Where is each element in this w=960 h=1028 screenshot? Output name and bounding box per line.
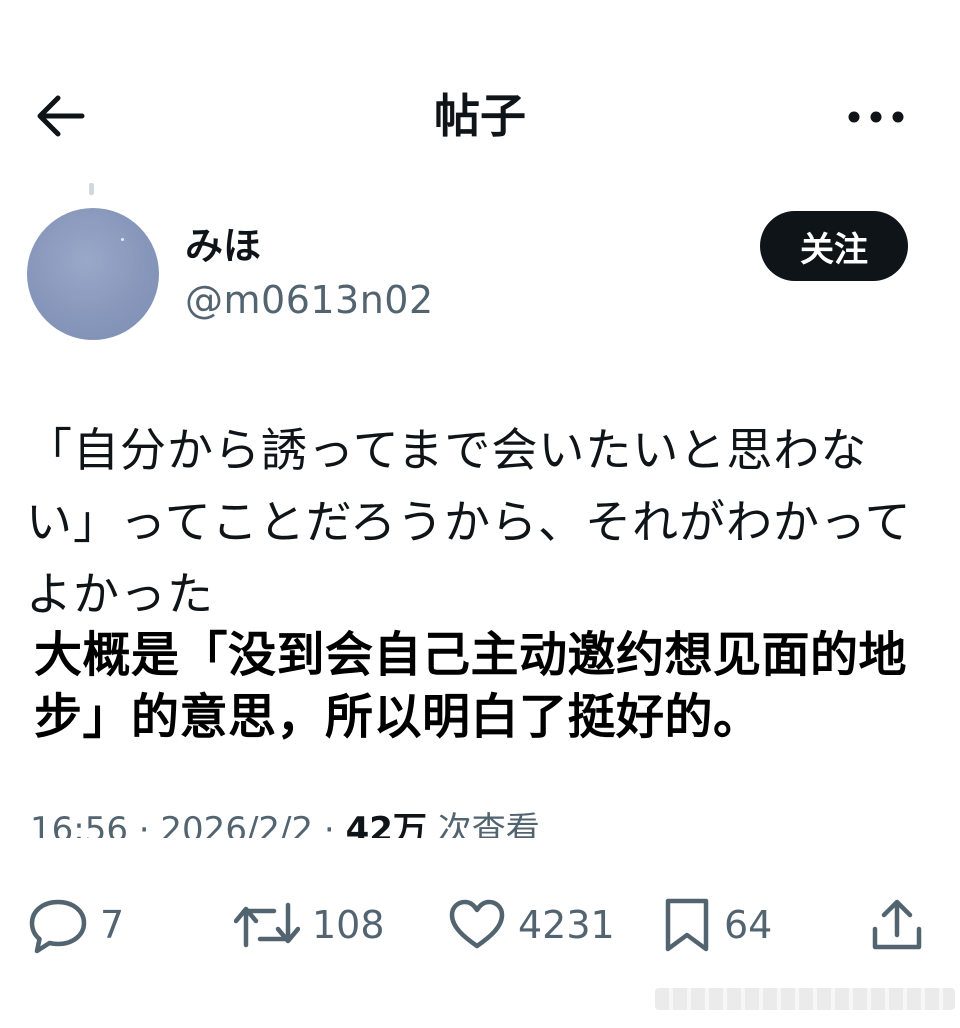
translation-caption: 大概是「没到会自己主动邀约想见面的地步」的意思，所以明白了挺好的。 (34, 627, 908, 745)
thread-connector (89, 183, 94, 195)
views-label: 次查看 (437, 810, 540, 838)
author-name[interactable]: みほ (185, 222, 261, 270)
bookmark-icon (665, 898, 709, 952)
retweet-button[interactable]: 108 (234, 890, 385, 960)
post-time: 16:56 (30, 810, 128, 838)
retweet-count: 108 (312, 903, 385, 947)
avatar[interactable] (27, 208, 159, 340)
reply-icon (29, 899, 87, 954)
top-bar: 帖子 (0, 80, 960, 156)
more-horizontal-icon (848, 111, 904, 123)
watermark (655, 988, 955, 1010)
share-icon (872, 899, 922, 950)
post-meta: 16:56 · 2026/2/2 · 42万 次查看 (30, 800, 730, 838)
action-bar: 7 108 4231 64 (0, 890, 960, 960)
share-button[interactable] (870, 890, 924, 960)
bookmark-button[interactable]: 64 (662, 890, 772, 960)
meta-separator: · (313, 810, 346, 838)
post-text: 「自分から誘ってまで会いたいと思わない」ってことだろうから、それがわかってよかっ… (26, 423, 912, 621)
like-button[interactable]: 4231 (448, 890, 615, 960)
views-count: 42万 (345, 810, 427, 838)
author-handle[interactable]: @m0613n02 (185, 276, 434, 324)
meta-separator: · (127, 810, 161, 838)
retweet-icon (234, 902, 300, 948)
like-count: 4231 (518, 903, 615, 947)
page-title: 帖子 (434, 89, 526, 143)
bookmark-count: 64 (724, 903, 773, 947)
more-button[interactable] (844, 100, 908, 134)
follow-button[interactable]: 关注 (760, 211, 908, 281)
reply-count: 7 (100, 903, 125, 947)
heart-icon (449, 899, 505, 949)
reply-button[interactable]: 7 (28, 890, 124, 960)
post-date: 2026/2/2 (160, 810, 314, 838)
